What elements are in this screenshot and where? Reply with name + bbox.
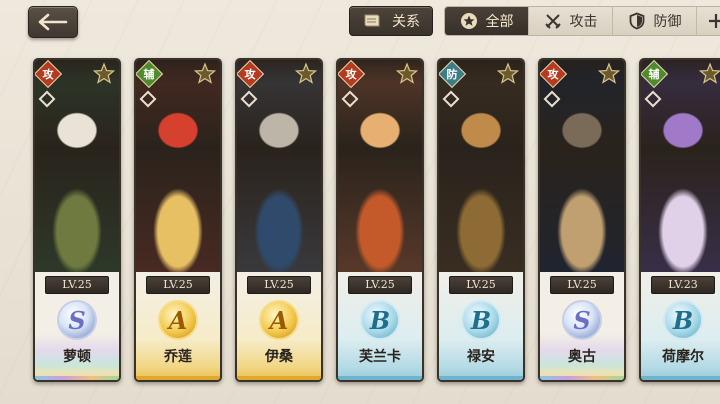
star-icon — [496, 62, 520, 84]
cross-icon — [709, 14, 720, 28]
rank-badge: B — [663, 300, 703, 340]
character-name: 伊桑 — [265, 349, 293, 365]
tab-attack[interactable]: 攻击 — [529, 7, 613, 35]
character-card[interactable]: 攻 LV.25 S 奥古 — [538, 58, 626, 382]
filter-tabs: 全部 攻击 防御 — [444, 6, 720, 36]
scroll-icon — [364, 14, 380, 27]
tab-attack-label: 攻击 — [569, 14, 598, 30]
rank-badge: S — [57, 300, 97, 340]
tab-defense[interactable]: 防御 — [613, 7, 697, 35]
star-icon — [294, 62, 318, 84]
tab-defense-label: 防御 — [653, 14, 682, 30]
shield-icon — [629, 12, 644, 30]
rank-badge: S — [562, 300, 602, 340]
character-name: 芙兰卡 — [359, 349, 401, 365]
character-name: 荷摩尔 — [662, 349, 704, 365]
level-label: LV.25 — [45, 276, 109, 294]
level-label: LV.25 — [146, 276, 210, 294]
character-card[interactable]: 攻 LV.25 S 萝顿 — [33, 58, 121, 382]
star-icon — [92, 62, 116, 84]
tab-all[interactable]: 全部 — [445, 7, 529, 35]
character-card[interactable]: 防 LV.25 B 禄安 — [437, 58, 525, 382]
tab-support[interactable] — [697, 7, 720, 35]
rank-badge: A — [259, 300, 299, 340]
character-list: 攻 LV.25 S 萝顿 辅 LV.25 A 乔莲 攻 LV.25 A 伊桑 攻… — [0, 58, 720, 388]
back-arrow-icon — [38, 13, 68, 31]
star-icon — [193, 62, 217, 84]
crossed-swords-icon — [544, 14, 561, 29]
star-icon — [597, 62, 621, 84]
character-name: 禄安 — [467, 349, 495, 365]
relation-button[interactable]: 关系 — [349, 6, 433, 36]
level-label: LV.25 — [247, 276, 311, 294]
star-icon — [395, 62, 419, 84]
character-name: 奥古 — [568, 349, 596, 365]
level-label: LV.25 — [550, 276, 614, 294]
character-name: 萝顿 — [63, 349, 91, 365]
relation-label: 关系 — [392, 14, 420, 30]
tab-all-label: 全部 — [485, 14, 514, 30]
star-icon — [698, 62, 720, 84]
rank-badge: A — [158, 300, 198, 340]
star-badge-icon — [460, 13, 477, 29]
level-label: LV.25 — [449, 276, 513, 294]
level-label: LV.25 — [348, 276, 412, 294]
rank-badge: B — [360, 300, 400, 340]
back-button[interactable] — [28, 6, 78, 38]
level-label: LV.23 — [651, 276, 715, 294]
character-card[interactable]: 辅 LV.23 B 荷摩尔 — [639, 58, 720, 382]
rank-badge: B — [461, 300, 501, 340]
character-name: 乔莲 — [164, 349, 192, 365]
character-card[interactable]: 辅 LV.25 A 乔莲 — [134, 58, 222, 382]
character-card[interactable]: 攻 LV.25 A 伊桑 — [235, 58, 323, 382]
character-card[interactable]: 攻 LV.25 B 芙兰卡 — [336, 58, 424, 382]
